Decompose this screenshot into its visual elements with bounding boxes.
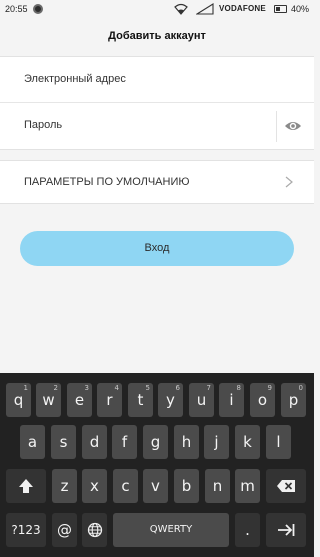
key-b[interactable]: b	[174, 469, 199, 503]
status-bar: 20:55 VODAFONE 40%	[0, 0, 314, 18]
keyboard: q1 w2 e3 r4 t5 y6 u7 i8 o9 p0 a s d f g …	[0, 373, 314, 557]
key-c[interactable]: c	[113, 469, 138, 503]
eye-icon[interactable]	[284, 117, 302, 135]
page-title: Добавить аккаунт	[108, 30, 206, 42]
signal-icon	[196, 3, 214, 15]
key-u[interactable]: u7	[189, 383, 214, 417]
key-o[interactable]: o9	[250, 383, 275, 417]
divider	[276, 111, 277, 142]
key-w[interactable]: w2	[36, 383, 61, 417]
credentials-form: Электронный адрес Пароль	[0, 56, 314, 150]
key-z[interactable]: z	[52, 469, 77, 503]
wifi-icon	[174, 3, 188, 15]
backspace-key[interactable]	[266, 469, 306, 503]
key-k[interactable]: k	[235, 425, 260, 459]
key-p[interactable]: p0	[281, 383, 306, 417]
key-i[interactable]: i8	[219, 383, 244, 417]
shift-icon	[19, 479, 33, 493]
key-j[interactable]: j	[204, 425, 229, 459]
key-h[interactable]: h	[174, 425, 199, 459]
notification-icon	[33, 4, 43, 14]
language-key[interactable]	[82, 513, 107, 547]
key-r[interactable]: r4	[97, 383, 122, 417]
battery-percent: 40%	[291, 4, 310, 14]
shift-key[interactable]	[6, 469, 46, 503]
key-q[interactable]: q1	[6, 383, 31, 417]
key-d[interactable]: d	[82, 425, 107, 459]
next-key[interactable]	[266, 513, 306, 547]
key-a[interactable]: a	[20, 425, 45, 459]
space-bar[interactable]: QWERTY	[113, 513, 229, 547]
key-t[interactable]: t5	[128, 383, 153, 417]
at-key[interactable]: @	[52, 513, 77, 547]
numbers-key[interactable]: ?123	[6, 513, 46, 547]
period-key[interactable]: .	[235, 513, 260, 547]
email-field[interactable]: Электронный адрес	[0, 57, 314, 103]
globe-icon	[87, 522, 102, 538]
login-button[interactable]: Вход	[20, 231, 294, 266]
key-e[interactable]: e3	[67, 383, 92, 417]
key-v[interactable]: v	[143, 469, 168, 503]
chevron-right-icon	[285, 176, 293, 188]
key-n[interactable]: n	[205, 469, 230, 503]
key-s[interactable]: s	[51, 425, 76, 459]
key-x[interactable]: x	[82, 469, 107, 503]
status-time: 20:55	[5, 4, 28, 14]
key-y[interactable]: y6	[158, 383, 183, 417]
default-parameters-label: ПАРАМЕТРЫ ПО УМОЛЧАНИЮ	[24, 176, 190, 188]
key-f[interactable]: f	[112, 425, 137, 459]
password-label: Пароль	[24, 119, 63, 131]
key-g[interactable]: g	[143, 425, 168, 459]
battery-icon	[274, 5, 287, 13]
email-label: Электронный адрес	[24, 73, 126, 85]
password-field[interactable]: Пароль	[0, 103, 314, 150]
next-arrow-icon	[278, 524, 295, 536]
key-l[interactable]: l	[266, 425, 291, 459]
key-m[interactable]: m	[235, 469, 260, 503]
carrier-name: VODAFONE	[219, 4, 266, 13]
default-parameters-row[interactable]: ПАРАМЕТРЫ ПО УМОЛЧАНИЮ	[0, 160, 314, 204]
backspace-icon	[277, 480, 295, 492]
